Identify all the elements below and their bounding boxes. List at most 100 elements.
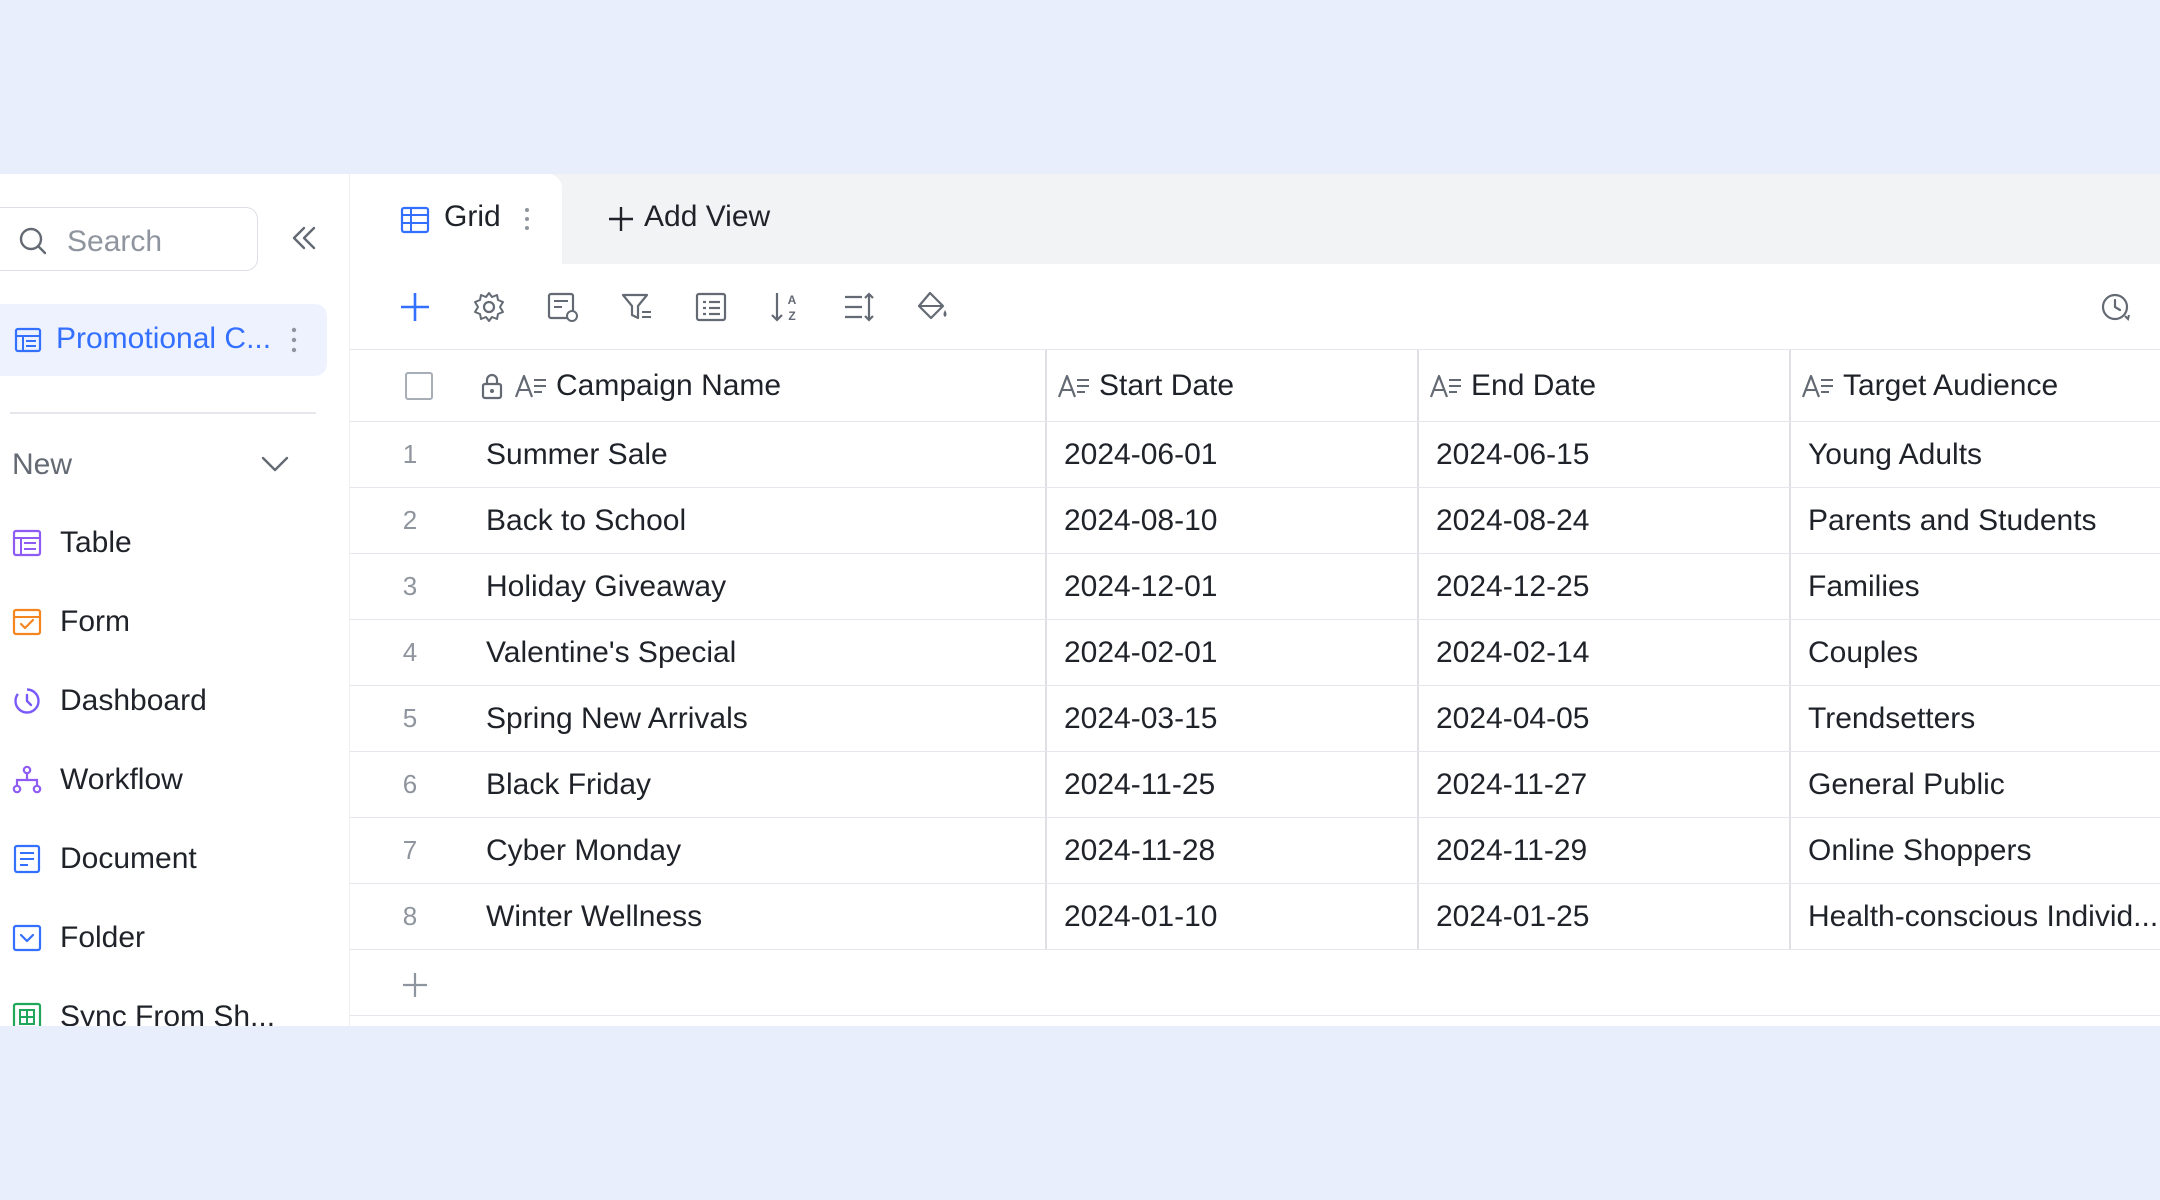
- sidebar-item-form[interactable]: Form: [12, 595, 312, 649]
- cell-start-date[interactable]: 2024-02-01: [1064, 620, 1409, 685]
- search-input[interactable]: Search: [0, 207, 258, 271]
- column-header-end-date[interactable]: End Date: [1429, 350, 1784, 421]
- column-title: End Date: [1471, 368, 1597, 402]
- sidebar-item-sync-from-sheet[interactable]: Sync From Sh...: [12, 990, 312, 1026]
- column-divider: [1417, 554, 1419, 619]
- cell-campaign-name[interactable]: Valentine's Special: [486, 620, 1041, 685]
- column-divider: [1045, 686, 1047, 751]
- sort-button[interactable]: A Z: [766, 288, 804, 326]
- view-tabbar: Grid Add View: [350, 174, 2160, 264]
- sidebar-item-label: Promotional C...: [56, 322, 272, 355]
- column-divider: [1789, 686, 1791, 751]
- sidebar-item-dashboard[interactable]: Dashboard: [12, 674, 312, 728]
- sidebar-item-workflow[interactable]: Workflow: [12, 753, 312, 807]
- sidebar-item-folder[interactable]: Folder: [12, 911, 312, 965]
- history-button[interactable]: [2096, 288, 2134, 326]
- cell-start-date[interactable]: 2024-12-01: [1064, 554, 1409, 619]
- sidebar: Search Promotional C... New Table Form D…: [0, 174, 350, 1026]
- column-divider: [1045, 752, 1047, 817]
- cell-end-date[interactable]: 2024-04-05: [1436, 686, 1781, 751]
- table-row[interactable]: 8 Winter Wellness 2024-01-10 2024-01-25 …: [350, 884, 2160, 950]
- cell-end-date[interactable]: 2024-11-27: [1436, 752, 1781, 817]
- cell-target-audience[interactable]: Online Shoppers: [1808, 818, 2158, 883]
- cell-campaign-name[interactable]: Cyber Monday: [486, 818, 1041, 883]
- filter-button[interactable]: [618, 288, 656, 326]
- main-content: Grid Add View A Z Campaign Name Start Da…: [350, 174, 2160, 1026]
- collapse-sidebar-button[interactable]: [285, 219, 323, 257]
- sidebar-item-table[interactable]: Table: [12, 516, 312, 570]
- table-row[interactable]: 5 Spring New Arrivals 2024-03-15 2024-04…: [350, 686, 2160, 752]
- sidebar-item-document[interactable]: Document: [12, 832, 312, 886]
- cell-campaign-name[interactable]: Spring New Arrivals: [486, 686, 1041, 751]
- row-number: 2: [402, 505, 418, 535]
- field-config-button[interactable]: [544, 288, 582, 326]
- sidebar-item-label: Folder: [60, 921, 146, 954]
- tab-grid[interactable]: Grid: [350, 174, 562, 264]
- column-title: Target Audience: [1843, 368, 2059, 402]
- dashboard-icon: [14, 688, 40, 714]
- cell-target-audience[interactable]: General Public: [1808, 752, 2158, 817]
- cell-target-audience[interactable]: Health-conscious Individ...: [1808, 884, 2158, 949]
- column-divider[interactable]: [1045, 350, 1047, 421]
- cell-end-date[interactable]: 2024-12-25: [1436, 554, 1781, 619]
- new-section-toggle[interactable]: New: [12, 444, 302, 488]
- column-header-campaign-name[interactable]: Campaign Name: [480, 350, 1045, 421]
- row-height-button[interactable]: [840, 288, 878, 326]
- cell-start-date[interactable]: 2024-11-28: [1064, 818, 1409, 883]
- row-number: 8: [402, 901, 418, 931]
- cell-start-date[interactable]: 2024-06-01: [1064, 422, 1409, 487]
- sidebar-item-promotional-campaigns[interactable]: Promotional C...: [0, 304, 327, 376]
- cell-end-date[interactable]: 2024-06-15: [1436, 422, 1781, 487]
- cell-target-audience[interactable]: Young Adults: [1808, 422, 2158, 487]
- select-all-checkbox[interactable]: [405, 372, 433, 400]
- cell-campaign-name[interactable]: Winter Wellness: [486, 884, 1041, 949]
- add-record-button[interactable]: [396, 288, 434, 326]
- table-row[interactable]: 7 Cyber Monday 2024-11-28 2024-11-29 Onl…: [350, 818, 2160, 884]
- new-section-label: New: [12, 448, 73, 481]
- settings-button[interactable]: [470, 288, 508, 326]
- table-row[interactable]: 4 Valentine's Special 2024-02-01 2024-02…: [350, 620, 2160, 686]
- column-divider: [1417, 818, 1419, 883]
- search-icon: [19, 227, 47, 255]
- column-divider[interactable]: [1789, 350, 1791, 421]
- table-row[interactable]: 6 Black Friday 2024-11-25 2024-11-27 Gen…: [350, 752, 2160, 818]
- cell-end-date[interactable]: 2024-08-24: [1436, 488, 1781, 553]
- row-number: 3: [402, 571, 418, 601]
- cell-campaign-name[interactable]: Summer Sale: [486, 422, 1041, 487]
- cell-campaign-name[interactable]: Black Friday: [486, 752, 1041, 817]
- cell-start-date[interactable]: 2024-03-15: [1064, 686, 1409, 751]
- column-header-target-audience[interactable]: Target Audience: [1801, 350, 2160, 421]
- chevron-down-icon: [261, 456, 289, 472]
- cell-target-audience[interactable]: Families: [1808, 554, 2158, 619]
- cell-target-audience[interactable]: Trendsetters: [1808, 686, 2158, 751]
- cell-end-date[interactable]: 2024-01-25: [1436, 884, 1781, 949]
- cell-campaign-name[interactable]: Back to School: [486, 488, 1041, 553]
- cell-campaign-name[interactable]: Holiday Giveaway: [486, 554, 1041, 619]
- cell-start-date[interactable]: 2024-01-10: [1064, 884, 1409, 949]
- row-number: 5: [402, 703, 418, 733]
- column-divider[interactable]: [1417, 350, 1419, 421]
- cell-end-date[interactable]: 2024-02-14: [1436, 620, 1781, 685]
- double-chevron-left-icon: [292, 226, 316, 250]
- table-row[interactable]: 2 Back to School 2024-08-10 2024-08-24 P…: [350, 488, 2160, 554]
- text-field-icon: [1057, 374, 1089, 397]
- cell-start-date[interactable]: 2024-08-10: [1064, 488, 1409, 553]
- row-number: 1: [402, 439, 418, 469]
- group-button[interactable]: [692, 288, 730, 326]
- cell-end-date[interactable]: 2024-11-29: [1436, 818, 1781, 883]
- more-vertical-icon[interactable]: [285, 324, 303, 356]
- row-number: 4: [402, 637, 418, 667]
- text-field-icon: [514, 374, 546, 397]
- table-row[interactable]: 1 Summer Sale 2024-06-01 2024-06-15 Youn…: [350, 422, 2160, 488]
- cell-start-date[interactable]: 2024-11-25: [1064, 752, 1409, 817]
- cell-target-audience[interactable]: Parents and Students: [1808, 488, 2158, 553]
- cell-target-audience[interactable]: Couples: [1808, 620, 2158, 685]
- table-row[interactable]: 3 Holiday Giveaway 2024-12-01 2024-12-25…: [350, 554, 2160, 620]
- column-divider: [1789, 488, 1791, 553]
- column-divider: [1789, 884, 1791, 949]
- more-vertical-icon[interactable]: [520, 204, 534, 234]
- sidebar-item-label: Form: [60, 605, 130, 638]
- column-header-start-date[interactable]: Start Date: [1057, 350, 1412, 421]
- fill-color-button[interactable]: [914, 288, 952, 326]
- add-row-button[interactable]: [350, 950, 2160, 1016]
